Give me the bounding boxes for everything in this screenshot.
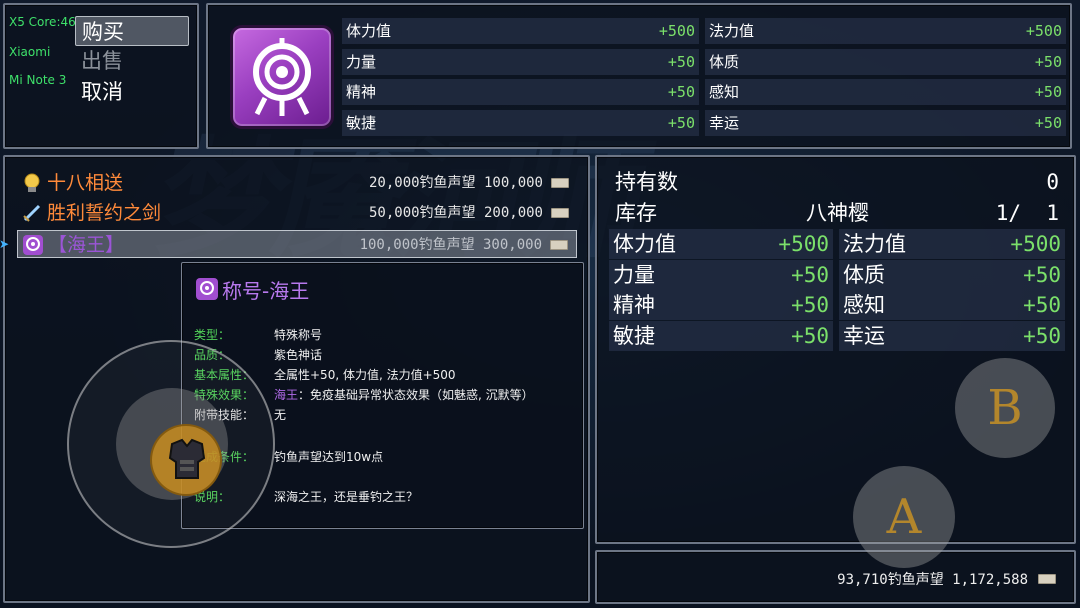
armor-icon: [168, 438, 206, 479]
b-button[interactable]: B: [955, 358, 1055, 458]
param-label: 敏捷: [346, 114, 377, 132]
lightbulb-icon: [24, 173, 40, 192]
status-param-label: 感知: [843, 293, 885, 317]
param-label: 幸运: [709, 114, 740, 132]
status-param-value: +50: [791, 293, 829, 317]
device-info-line3: Mi Note 3: [9, 73, 67, 87]
param-row: 敏捷 +50: [342, 110, 699, 136]
param-value: +50: [1034, 114, 1062, 132]
param-row: 法力值 +500: [705, 18, 1066, 44]
param-value: +50: [667, 53, 695, 71]
selection-cursor-icon: ➤: [0, 237, 10, 251]
status-param-value: +50: [1023, 293, 1061, 317]
param-value: +50: [667, 114, 695, 132]
status-param-row: 体质 +50: [839, 260, 1065, 290]
detail-title: 称号-海王: [222, 279, 310, 303]
sell-command[interactable]: 出售: [75, 46, 189, 76]
status-param-value: +50: [1023, 324, 1061, 348]
detail-value: 特殊称号: [274, 328, 323, 342]
target-icon: [230, 25, 334, 129]
param-label: 体质: [709, 53, 740, 71]
status-param-row: 力量 +50: [609, 260, 833, 290]
stock-name: 八神樱: [806, 201, 869, 225]
shop-item-price: 50,000钓鱼声望 200,000: [368, 205, 543, 221]
detail-value: 紫色神话: [274, 348, 323, 362]
shop-item-price: 20,000钓鱼声望 100,000: [368, 175, 543, 191]
status-param-value: +50: [791, 263, 829, 287]
buy-command[interactable]: 购买: [75, 16, 189, 46]
status-window: 持有数 0 库存 八神樱 1/ 1 体力值 +500 法力值 +500 力量 +…: [595, 155, 1076, 544]
device-info-line2: Xiaomi: [9, 45, 51, 59]
status-param-row: 体力值 +500: [609, 229, 833, 259]
currency-amount: 93,710钓鱼声望 1,172,588: [837, 572, 1028, 588]
param-label: 法力值: [709, 22, 755, 40]
detail-value-text: ：免疫基础异常状态效果（如魅惑, 沉默等）: [298, 388, 534, 402]
param-row: 体力值 +500: [342, 18, 699, 44]
money-icon: [550, 240, 568, 250]
sword-icon: [23, 204, 41, 222]
status-param-value: +50: [1023, 263, 1061, 287]
status-param-label: 幸运: [843, 324, 885, 348]
status-param-row: 感知 +50: [839, 290, 1065, 320]
shop-item-name: 胜利誓约之剑: [47, 202, 162, 224]
device-info-line1: X5 Core:46: [9, 15, 76, 29]
param-row: 体质 +50: [705, 49, 1066, 75]
shop-item-name: 十八相送: [47, 172, 124, 194]
param-row: 力量 +50: [342, 49, 699, 75]
shop-item[interactable]: 胜利誓约之剑 50,000钓鱼声望 200,000: [17, 199, 577, 227]
status-param-label: 力量: [613, 263, 655, 287]
param-value: +50: [1034, 83, 1062, 101]
command-window: X5 Core:46 Xiaomi Mi Note 3 购买 出售 取消: [3, 3, 199, 149]
cancel-command[interactable]: 取消: [75, 77, 189, 107]
param-label: 感知: [709, 83, 740, 101]
target-icon: [196, 278, 218, 300]
status-param-label: 体质: [843, 263, 885, 287]
status-param-label: 法力值: [843, 232, 906, 256]
owned-value: 0: [1046, 170, 1059, 194]
detail-value: 全属性+50, 体力值, 法力值+500: [274, 368, 456, 382]
shop-item-price: 100,000钓鱼声望 300,000: [359, 237, 542, 253]
status-param-row: 幸运 +50: [839, 321, 1065, 351]
param-row: 感知 +50: [705, 79, 1066, 105]
shop-item-selected[interactable]: 【海王】 100,000钓鱼声望 300,000: [17, 230, 577, 258]
param-value: +50: [1034, 53, 1062, 71]
param-row: 精神 +50: [342, 79, 699, 105]
detail-highlight: 海王: [274, 388, 299, 402]
money-icon: [1038, 574, 1056, 584]
a-button[interactable]: A: [853, 466, 955, 568]
money-icon: [551, 178, 569, 188]
target-icon: [23, 235, 43, 255]
stock-row: 库存 八神樱 1/ 1: [611, 198, 1063, 228]
detail-value: 海王：免疫基础异常状态效果（如魅惑, 沉默等）: [274, 387, 574, 403]
detail-value: 深海之王，还是垂钓之王？: [274, 490, 419, 504]
param-value: +500: [658, 22, 695, 40]
status-param-value: +500: [1010, 232, 1061, 256]
param-row: 幸运 +50: [705, 110, 1066, 136]
status-param-value: +50: [791, 324, 829, 348]
param-label: 体力值: [346, 22, 392, 40]
stock-value: 1/ 1: [995, 201, 1059, 225]
param-value: +500: [1025, 22, 1062, 40]
owned-count-row: 持有数 0: [611, 167, 1063, 197]
status-param-label: 体力值: [613, 232, 676, 256]
status-param-label: 精神: [613, 293, 655, 317]
currency-window: 93,710钓鱼声望 1,172,588: [595, 550, 1076, 604]
param-label: 精神: [346, 83, 377, 101]
stock-label: 库存: [615, 201, 657, 225]
status-param-row: 法力值 +500: [839, 229, 1065, 259]
status-param-value: +500: [778, 232, 829, 256]
shop-item-name: 【海王】: [48, 234, 125, 256]
status-param-row: 敏捷 +50: [609, 321, 833, 351]
money-icon: [551, 208, 569, 218]
status-param-row: 精神 +50: [609, 290, 833, 320]
param-label: 力量: [346, 53, 377, 71]
shop-item[interactable]: 十八相送 20,000钓鱼声望 100,000: [17, 169, 577, 197]
owned-label: 持有数: [615, 170, 678, 194]
detail-value: 钓鱼声望达到10w点: [274, 450, 384, 464]
detail-label: 类型：: [194, 328, 231, 342]
param-value: +50: [667, 83, 695, 101]
detail-value: 无: [274, 408, 287, 422]
item-parameters-window: 体力值 +500 法力值 +500 力量 +50 体质 +50 精神 +50 感…: [206, 3, 1072, 149]
status-param-label: 敏捷: [613, 324, 655, 348]
